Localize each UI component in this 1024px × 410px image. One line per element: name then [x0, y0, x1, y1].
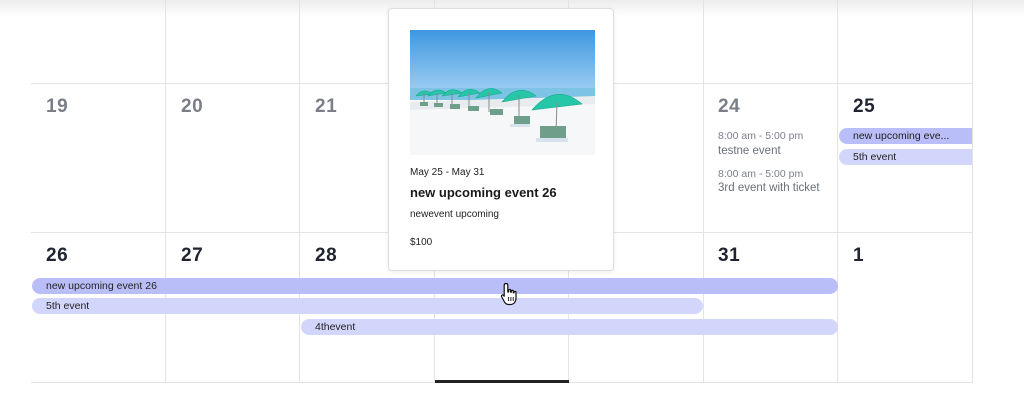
event-price: $100: [410, 237, 433, 248]
beach-umbrellas-image: [410, 30, 595, 155]
day-number[interactable]: 26: [46, 245, 68, 267]
day-number[interactable]: 19: [46, 96, 68, 118]
event-time: 8:00 am - 5:00 pm: [718, 130, 804, 142]
event-date-range: May 25 - May 31: [410, 167, 485, 178]
day-number[interactable]: 1: [853, 245, 864, 267]
hand-pointer-icon: [500, 282, 520, 306]
grid-line: [165, 0, 166, 382]
day-number[interactable]: 28: [315, 245, 337, 267]
event-bar[interactable]: new upcoming eve...: [839, 128, 972, 144]
event-description: newevent upcoming: [410, 209, 499, 220]
day-number[interactable]: 24: [718, 96, 740, 118]
event-title[interactable]: 3rd event with ticket: [718, 182, 820, 194]
day-number[interactable]: 25: [853, 96, 875, 118]
event-bar[interactable]: 5th event: [839, 149, 972, 165]
day-number[interactable]: 21: [315, 96, 337, 118]
today-indicator: [435, 380, 569, 383]
event-title[interactable]: testne event: [718, 145, 781, 157]
event-bar[interactable]: new upcoming event 26: [32, 278, 838, 294]
grid-line: [299, 0, 300, 382]
event-popup[interactable]: May 25 - May 31 new upcoming event 26 ne…: [388, 8, 614, 271]
event-time: 8:00 am - 5:00 pm: [718, 168, 804, 180]
event-title[interactable]: new upcoming event 26: [410, 185, 557, 200]
event-bar[interactable]: 4thevent: [301, 319, 838, 335]
day-number[interactable]: 27: [181, 245, 203, 267]
day-number[interactable]: 20: [181, 96, 203, 118]
event-bar[interactable]: 5th event: [32, 298, 703, 314]
day-number[interactable]: 31: [718, 245, 740, 267]
